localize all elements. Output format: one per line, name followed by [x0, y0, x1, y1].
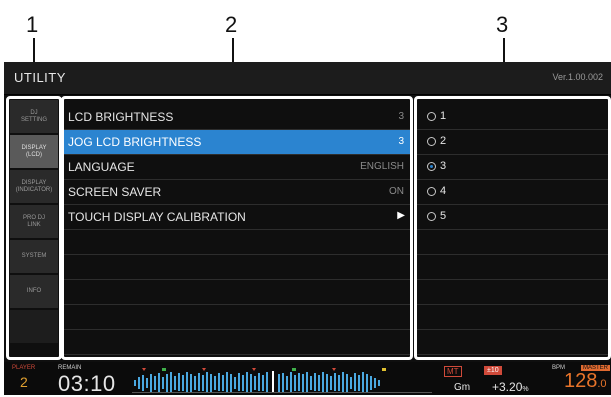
options-list: 1 2 3 4 5	[417, 105, 611, 355]
window-title: UTILITY	[14, 70, 66, 85]
tempo-range-tag: ±10	[484, 366, 502, 375]
pitch-unit: %	[522, 386, 529, 393]
pitch-display: +3.20%	[492, 380, 529, 394]
sidebar-item-system[interactable]: SYSTEM	[10, 240, 58, 273]
option-item-4[interactable]: 4	[417, 180, 611, 205]
setting-value: 3	[398, 136, 404, 147]
setting-row-screen-saver[interactable]: SCREEN SAVER ON	[64, 180, 410, 205]
empty-row	[417, 230, 611, 255]
radio-icon	[427, 137, 436, 146]
bpm-display: 128.0	[564, 370, 607, 393]
deck-number: 2	[20, 374, 28, 390]
time-display: 03:10	[58, 371, 116, 396]
empty-row	[64, 230, 410, 255]
bpm-decimal: .0	[597, 378, 607, 390]
radio-icon	[427, 112, 436, 121]
option-item-3[interactable]: 3	[417, 155, 611, 180]
callout-2: 2	[225, 12, 238, 37]
setting-label: LCD BRIGHTNESS	[68, 110, 174, 124]
option-item-5[interactable]: 5	[417, 205, 611, 230]
empty-row	[64, 330, 410, 355]
setting-value: ENGLISH	[360, 161, 404, 172]
empty-row	[417, 330, 611, 355]
empty-row	[64, 305, 410, 330]
setting-row-jog-lcd-brightness[interactable]: JOG LCD BRIGHTNESS 3	[64, 130, 410, 155]
version-label: Ver.1.00.002	[552, 72, 603, 82]
utility-screen: UTILITY Ver.1.00.002 DJ SETTING DISPLAY …	[4, 62, 611, 396]
setting-label: TOUCH DISPLAY CALIBRATION	[68, 210, 246, 224]
sidebar-item-dj-setting[interactable]: DJ SETTING	[10, 100, 58, 133]
setting-value: ON	[389, 186, 404, 197]
pitch-value: +3.20	[492, 380, 523, 394]
setting-label: JOG LCD BRIGHTNESS	[68, 135, 202, 149]
sidebar-item-label: DISPLAY (INDICATOR)	[15, 179, 53, 193]
option-item-1[interactable]: 1	[417, 105, 611, 130]
title-bar: UTILITY Ver.1.00.002	[4, 62, 611, 95]
empty-row	[64, 255, 410, 280]
sidebar-empty-slot	[10, 310, 58, 343]
sidebar-item-label: SYSTEM	[21, 253, 47, 259]
category-sidebar: DJ SETTING DISPLAY (LCD) DISPLAY (INDICA…	[10, 100, 60, 356]
setting-label: SCREEN SAVER	[68, 185, 162, 199]
sidebar-item-label: DISPLAY (LCD)	[21, 144, 47, 158]
radio-selected-icon	[427, 162, 436, 171]
settings-list: LCD BRIGHTNESS 3 JOG LCD BRIGHTNESS 3 LA…	[64, 105, 410, 355]
option-label: 4	[440, 185, 447, 197]
setting-row-touch-calibration[interactable]: TOUCH DISPLAY CALIBRATION ▶	[64, 205, 410, 230]
sidebar-item-label: INFO	[26, 288, 42, 294]
option-item-2[interactable]: 2	[417, 130, 611, 155]
radio-icon	[427, 187, 436, 196]
radio-icon	[427, 212, 436, 221]
sidebar-item-display-lcd[interactable]: DISPLAY (LCD)	[10, 135, 58, 168]
sidebar-item-info[interactable]: INFO	[10, 275, 58, 308]
sidebar-item-display-indicator[interactable]: DISPLAY (INDICATOR)	[10, 170, 58, 203]
option-label: 1	[440, 110, 447, 122]
setting-value: 3	[398, 111, 404, 122]
setting-label: LANGUAGE	[68, 160, 135, 174]
sidebar-item-pro-dj-link[interactable]: PRO DJ LINK	[10, 205, 58, 238]
empty-row	[64, 280, 410, 305]
play-arrow-icon: ▶	[397, 210, 405, 221]
sidebar-item-label: DJ SETTING	[20, 109, 47, 123]
empty-row	[417, 255, 611, 280]
setting-row-lcd-brightness[interactable]: LCD BRIGHTNESS 3	[64, 105, 410, 130]
waveform-overview[interactable]	[132, 368, 432, 394]
empty-row	[417, 305, 611, 330]
bpm-integer: 128	[564, 370, 598, 392]
sidebar-item-label: PRO DJ LINK	[22, 214, 45, 228]
key-display: Gm	[454, 382, 471, 393]
option-label: 3	[440, 160, 447, 172]
master-tempo-tag: MT	[444, 366, 462, 377]
callout-1: 1	[26, 12, 39, 37]
empty-row	[417, 280, 611, 305]
deck-label: PLAYER	[12, 365, 36, 371]
player-status-bar: PLAYER 2 REMAIN 03:10 MT ±10 Gm +3.20% B…	[4, 362, 611, 396]
option-label: 2	[440, 135, 447, 147]
callout-3: 3	[496, 12, 509, 37]
option-label: 5	[440, 210, 447, 222]
setting-row-language[interactable]: LANGUAGE ENGLISH	[64, 155, 410, 180]
